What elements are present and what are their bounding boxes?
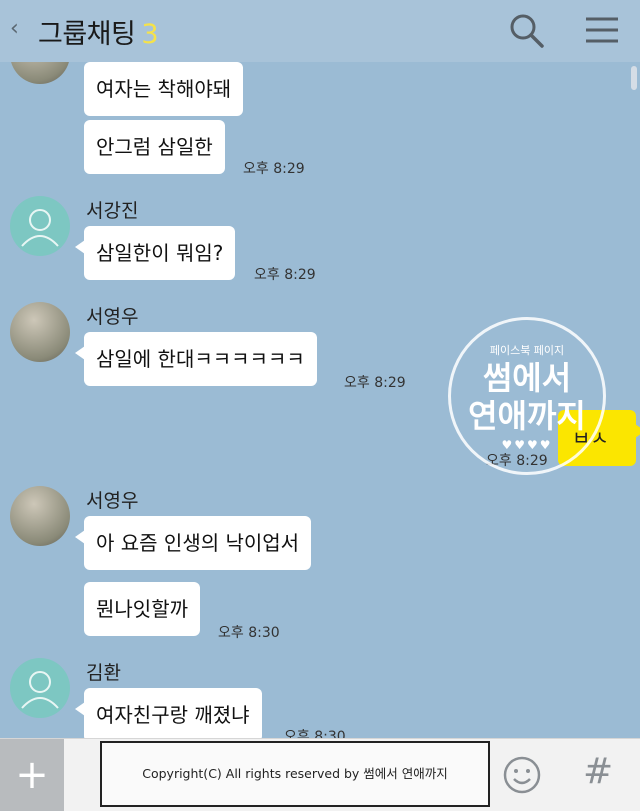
message-bubble[interactable]: 뭔나잇할까 bbox=[84, 582, 200, 636]
message-time: 오후 8:30 bbox=[284, 729, 346, 738]
scrollbar[interactable] bbox=[631, 66, 637, 90]
emoji-icon[interactable] bbox=[502, 755, 542, 795]
message-time: 오후 8:30 bbox=[218, 625, 280, 641]
member-count: 3 bbox=[141, 19, 159, 50]
menu-icon[interactable] bbox=[582, 10, 622, 50]
back-button[interactable]: ‹ bbox=[10, 16, 19, 41]
input-bar: + Copyright(C) All rights reserved by 썸에… bbox=[0, 738, 640, 811]
sender-name: 김환 bbox=[86, 662, 121, 684]
watermark-logo: 페이스북 페이지 썸에서 연애까지 ♥♥♥♥ bbox=[448, 317, 606, 475]
copyright-banner: Copyright(C) All rights reserved by 썸에서 … bbox=[100, 741, 490, 807]
avatar[interactable] bbox=[10, 62, 70, 84]
message-bubble[interactable]: 삼일한이 뭐임? bbox=[74, 226, 236, 280]
avatar[interactable] bbox=[10, 196, 70, 256]
avatar[interactable] bbox=[10, 658, 70, 718]
search-icon[interactable] bbox=[506, 10, 546, 50]
message-time: 오후 8:29 bbox=[243, 161, 305, 177]
plus-button[interactable]: + bbox=[0, 739, 64, 811]
sender-name: 서영우 bbox=[86, 306, 139, 328]
hash-tag-button[interactable]: # bbox=[583, 751, 613, 792]
message-bubble[interactable]: 아 요즘 인생의 낙이업서 bbox=[74, 516, 312, 570]
message-bubble[interactable]: 여자친구랑 깨졌냐 bbox=[75, 688, 262, 738]
watermark-title-line1: 썸에서 bbox=[482, 359, 572, 397]
default-profile-icon bbox=[21, 671, 59, 709]
sender-name: 서영우 bbox=[86, 490, 139, 512]
watermark-title-line2: 연애까지 bbox=[468, 397, 586, 435]
message-bubble[interactable]: 안그럼 삼일한 bbox=[84, 120, 225, 174]
watermark-caption: 페이스북 페이지 bbox=[489, 344, 565, 357]
message-bubble[interactable]: 여자는 착해야돼 bbox=[84, 62, 244, 116]
message-bubble[interactable]: 삼일에 한대ㅋㅋㅋㅋㅋㅋ bbox=[75, 332, 317, 386]
message-time: 오후 8:29 bbox=[344, 375, 406, 391]
chat-header: ‹ 그룹채팅 3 bbox=[0, 0, 640, 62]
default-profile-icon bbox=[21, 209, 59, 247]
avatar[interactable] bbox=[10, 302, 70, 362]
sender-name: 서강진 bbox=[86, 200, 139, 222]
watermark-hearts: ♥♥♥♥ bbox=[501, 438, 553, 452]
chat-title-text: 그룹채팅 bbox=[38, 19, 136, 50]
avatar[interactable] bbox=[10, 486, 70, 546]
message-time: 오후 8:29 bbox=[254, 267, 316, 283]
chat-title: 그룹채팅 3 bbox=[38, 12, 159, 51]
